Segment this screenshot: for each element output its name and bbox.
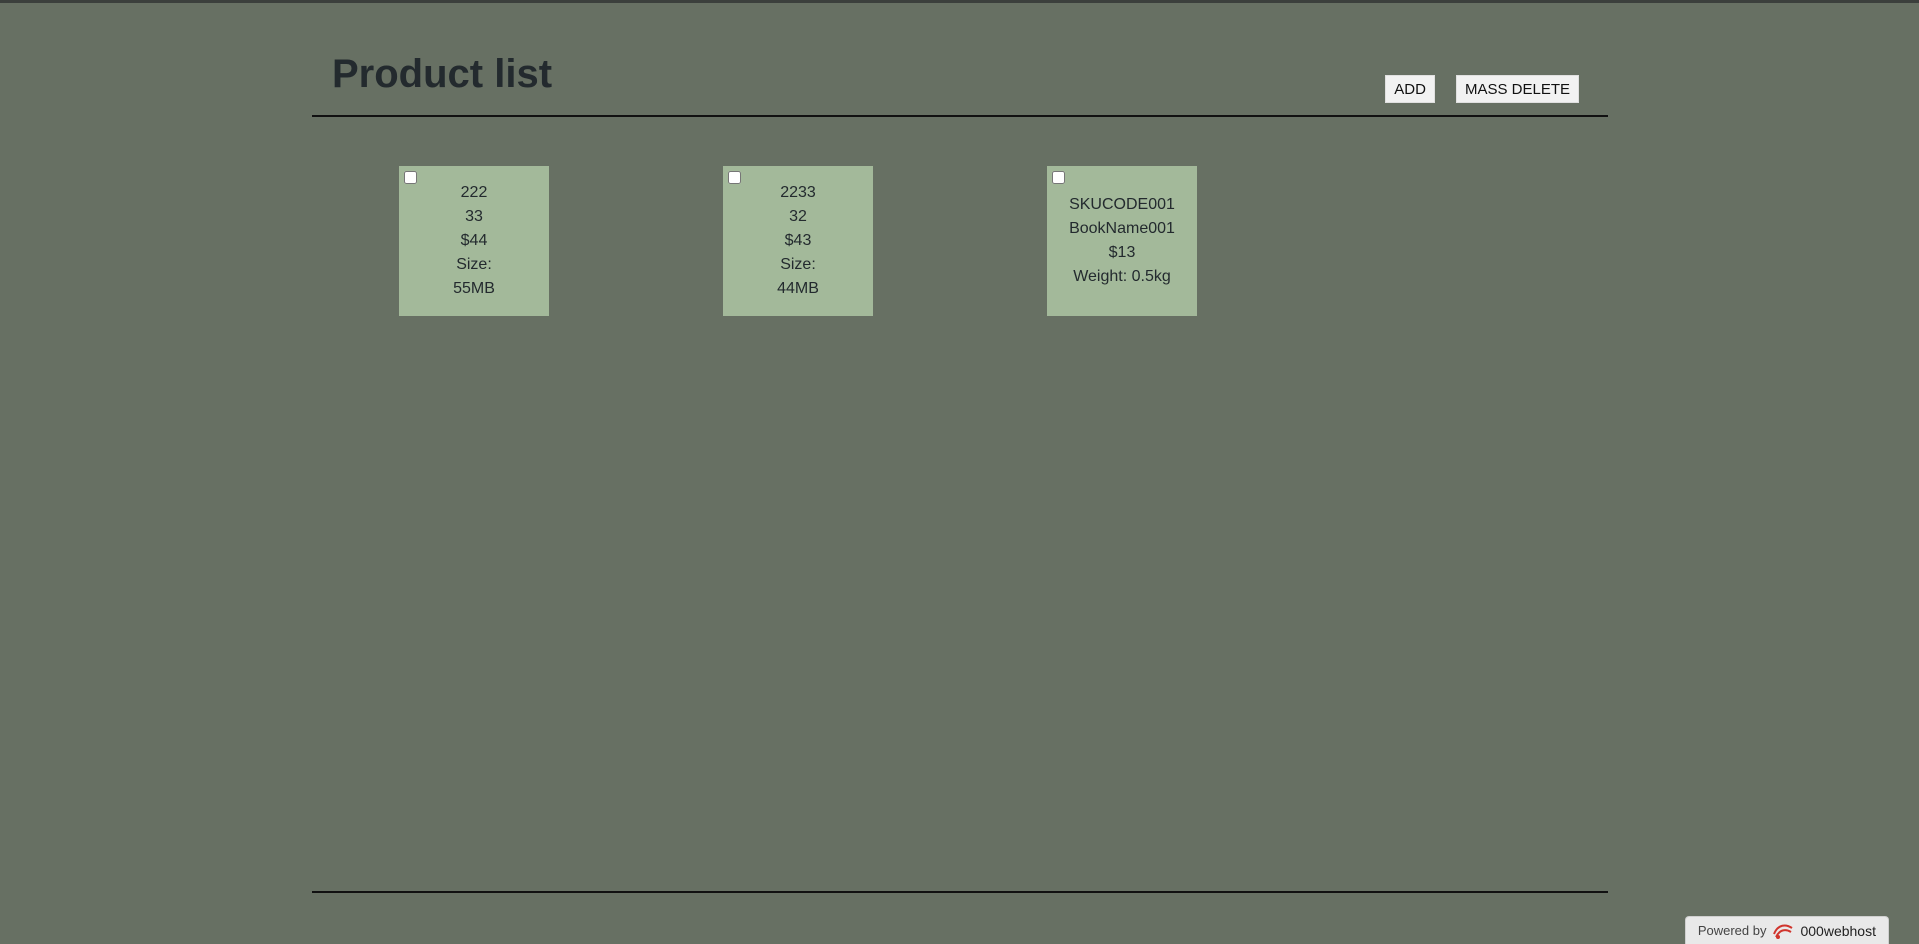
delete-checkbox[interactable]: [404, 171, 417, 184]
delete-checkbox[interactable]: [728, 171, 741, 184]
page-container: Product list ADD MASS DELETE 222 33 $44 …: [312, 0, 1608, 944]
product-card: SKUCODE001 BookName001 $13 Weight: 0.5kg: [1047, 166, 1197, 316]
product-attribute-label: Size:: [456, 256, 492, 273]
mass-delete-button[interactable]: MASS DELETE: [1455, 75, 1579, 103]
product-grid: 222 33 $44 Size: 55MB 2233 32 $43 Size: …: [399, 166, 1197, 316]
product-name: BookName001: [1069, 220, 1175, 237]
product-sku: SKUCODE001: [1069, 196, 1175, 213]
page-header: Product list ADD MASS DELETE: [312, 0, 1608, 117]
add-button[interactable]: ADD: [1385, 75, 1435, 103]
product-sku: 2233: [780, 184, 816, 201]
product-price: $13: [1108, 244, 1136, 261]
product-card: 222 33 $44 Size: 55MB: [399, 166, 549, 316]
000webhost-logo-icon: [1773, 924, 1794, 939]
delete-checkbox[interactable]: [1052, 171, 1065, 184]
page-title: Product list: [332, 52, 553, 96]
product-price: $43: [784, 232, 812, 249]
product-attribute: Weight: 0.5kg: [1073, 268, 1171, 285]
product-attribute-value: 44MB: [777, 280, 819, 297]
product-attribute-value: 55MB: [453, 280, 495, 297]
powered-by-brand: 000webhost: [1800, 922, 1876, 939]
product-price: $44: [460, 232, 488, 249]
product-card: 2233 32 $43 Size: 44MB: [723, 166, 873, 316]
header-actions: ADD MASS DELETE: [1385, 75, 1579, 103]
powered-by-label: Powered by: [1697, 923, 1767, 938]
footer-divider: [312, 891, 1608, 893]
product-name: 33: [465, 208, 483, 225]
product-name: 32: [789, 208, 807, 225]
powered-by-badge[interactable]: Powered by 000webhost: [1684, 916, 1889, 944]
product-attribute-label: Size:: [780, 256, 816, 273]
product-sku: 222: [460, 184, 488, 201]
